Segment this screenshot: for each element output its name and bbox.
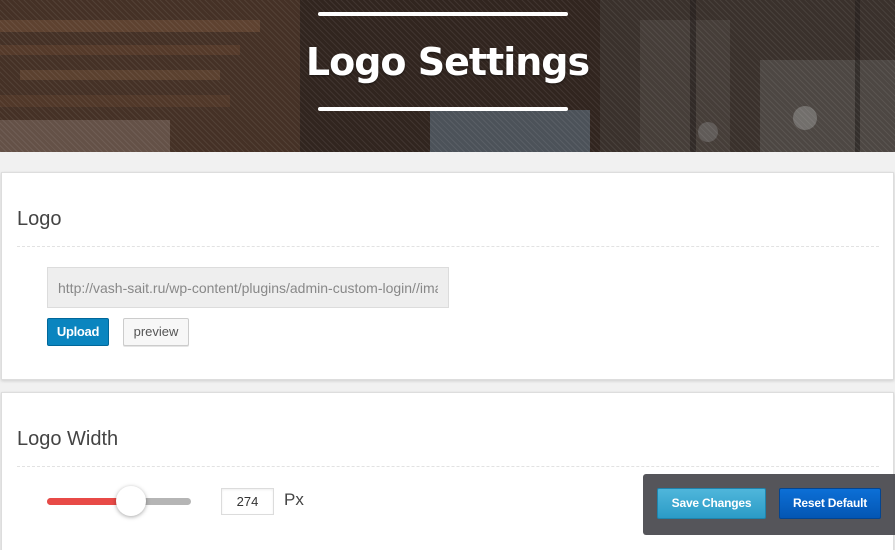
section-divider — [17, 246, 879, 247]
save-changes-button[interactable]: Save Changes — [657, 488, 766, 519]
page-title: Logo Settings — [305, 40, 590, 84]
logo-width-section-title: Logo Width — [17, 428, 119, 450]
logo-section-title: Logo — [17, 208, 62, 230]
banner-bottom-rule — [318, 107, 568, 111]
floating-action-bar: Save Changes Reset Default — [643, 474, 895, 535]
logo-settings-card: Logo Upload preview — [1, 172, 894, 380]
upload-button[interactable]: Upload — [47, 318, 109, 346]
logo-width-input[interactable] — [221, 488, 274, 515]
unit-label: Px — [284, 490, 304, 509]
header-banner: Logo Settings — [0, 0, 895, 152]
slider-handle[interactable] — [116, 486, 146, 516]
logo-url-input[interactable] — [47, 267, 449, 308]
banner-top-rule — [318, 12, 568, 16]
reset-default-button[interactable]: Reset Default — [779, 488, 881, 519]
preview-button[interactable]: preview — [123, 318, 189, 346]
section-divider — [17, 466, 879, 467]
